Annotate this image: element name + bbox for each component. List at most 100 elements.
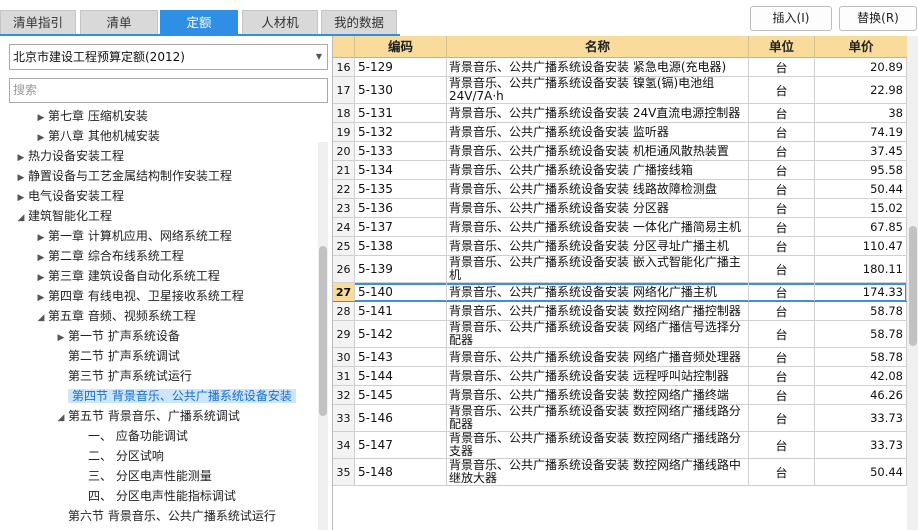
header-unit[interactable]: 单位 xyxy=(749,36,815,58)
row-number: 35 xyxy=(333,459,355,485)
tree-node[interactable]: ▶ 热力设备安装工程 xyxy=(14,146,124,166)
expand-arrow-icon[interactable]: ▶ xyxy=(14,188,28,208)
tree-node-label: 第五节 背景音乐、广播系统调试 xyxy=(68,409,240,423)
table-scrollbar-thumb[interactable] xyxy=(909,226,917,346)
table-row[interactable]: 28 5-141 背景音乐、公共广播系统设备安装 数控网络广播控制器台 58.78 xyxy=(333,302,907,321)
collapse-arrow-icon[interactable]: ◢ xyxy=(34,308,48,328)
table-row[interactable]: 18 5-131 背景音乐、公共广播系统设备安装 24V直流电源控制器台 38 xyxy=(333,104,907,123)
cell-unit: 台 xyxy=(749,367,815,385)
table-row[interactable]: 26 5-139 背景音乐、公共广播系统设备安装 嵌入式智能化广播主机台 180.11 xyxy=(333,256,907,283)
quota-library-value: 北京市建设工程预算定额(2012) xyxy=(13,50,185,64)
tree-scrollbar[interactable] xyxy=(318,142,328,530)
tab-3[interactable]: 人材机 xyxy=(242,10,318,35)
table-scrollbar[interactable] xyxy=(907,36,918,530)
insert-button[interactable]: 插入(I) xyxy=(750,6,832,31)
table-row[interactable]: 25 5-138 背景音乐、公共广播系统设备安装 分区寻址广播主机台 110.47 xyxy=(333,237,907,256)
table-row[interactable]: 23 5-136 背景音乐、公共广播系统设备安装 分区器台 15.02 xyxy=(333,199,907,218)
cell-code: 5-142 xyxy=(355,321,447,347)
quota-library-dropdown[interactable]: 北京市建设工程预算定额(2012) ▼ xyxy=(9,44,328,70)
row-number: 20 xyxy=(333,142,355,160)
table-row[interactable]: 21 5-134 背景音乐、公共广播系统设备安装 广播接线箱台 95.58 xyxy=(333,161,907,180)
cell-code: 5-135 xyxy=(355,180,447,198)
tab-1[interactable]: 清单 xyxy=(80,10,158,35)
table-row[interactable]: 24 5-137 背景音乐、公共广播系统设备安装 一体化广播简易主机台 67.85 xyxy=(333,218,907,237)
table-row[interactable]: 31 5-144 背景音乐、公共广播系统设备安装 远程呼叫站控制器台 42.08 xyxy=(333,367,907,386)
tree-node-label: 第一章 计算机应用、网络系统工程 xyxy=(48,229,232,243)
tree-node[interactable]: ▶ 第八章 其他机械安装 xyxy=(34,126,160,146)
expand-arrow-icon[interactable]: ▶ xyxy=(14,168,28,188)
cell-price: 33.73 xyxy=(815,432,907,458)
cell-unit: 台 xyxy=(749,180,815,198)
header-code[interactable]: 编码 xyxy=(355,36,447,58)
search-input[interactable]: 搜索 xyxy=(9,78,328,103)
table-row[interactable]: 35 5-148 背景音乐、公共广播系统设备安装 数控网络广播线路中继放大器台 50.… xyxy=(333,459,907,486)
table-row[interactable]: 20 5-133 背景音乐、公共广播系统设备安装 机柜通风散热装置台 37.45 xyxy=(333,142,907,161)
cell-price: 33.73 xyxy=(815,405,907,431)
row-number: 29 xyxy=(333,321,355,347)
cell-price: 95.58 xyxy=(815,161,907,179)
tree-node[interactable]: 第二节 扩声系统调试 xyxy=(54,346,180,366)
expand-arrow-icon[interactable]: ▶ xyxy=(54,328,68,348)
tree-node[interactable]: ▶ 静置设备与工艺金属结构制作安装工程 xyxy=(14,166,232,186)
collapse-arrow-icon[interactable]: ◢ xyxy=(14,208,28,228)
tree-node[interactable]: 二、 分区试响 xyxy=(74,446,164,466)
cell-code: 5-129 xyxy=(355,58,447,76)
expand-arrow-icon[interactable]: ▶ xyxy=(34,268,48,288)
tree-node[interactable]: 三、 分区电声性能测量 xyxy=(74,466,212,486)
table-row[interactable]: 30 5-143 背景音乐、公共广播系统设备安装 网络广播音频处理器台 58.78 xyxy=(333,348,907,367)
tree-scrollbar-thumb[interactable] xyxy=(319,246,327,416)
expand-arrow-icon[interactable]: ▶ xyxy=(14,148,28,168)
tab-0[interactable]: 清单指引 xyxy=(0,10,76,35)
tree-node[interactable]: ▶ 电气设备安装工程 xyxy=(14,186,124,206)
tree-node[interactable]: ▶ 第二章 综合布线系统工程 xyxy=(34,246,184,266)
tree-node[interactable]: ▶ 第一章 计算机应用、网络系统工程 xyxy=(34,226,232,246)
tab-2[interactable]: 定额 xyxy=(160,10,238,35)
tree-node[interactable]: ▶ 第三章 建筑设备自动化系统工程 xyxy=(34,266,220,286)
tree-node-label: 四、 分区电声性能指标调试 xyxy=(88,489,236,503)
expand-arrow-icon[interactable]: ▶ xyxy=(34,288,48,308)
table-row[interactable]: 16 5-129 背景音乐、公共广播系统设备安装 紧急电源(充电器) 台 20.89 xyxy=(333,58,907,77)
tree-node[interactable]: ◢ 建筑智能化工程 xyxy=(14,206,112,226)
tree-node-label: 热力设备安装工程 xyxy=(28,149,125,163)
expand-arrow-icon[interactable]: ▶ xyxy=(34,108,48,128)
cell-unit: 台 xyxy=(749,58,815,76)
row-number: 24 xyxy=(333,218,355,236)
cell-price: 58.78 xyxy=(815,348,907,366)
tree-node-label: 第四节 背景音乐、公共广播系统设备安装 xyxy=(68,389,296,403)
row-number: 33 xyxy=(333,405,355,431)
tree-node[interactable]: ◢ 第五节 背景音乐、广播系统调试 xyxy=(54,406,240,426)
expand-arrow-icon[interactable]: ▶ xyxy=(34,128,48,148)
tree-node[interactable]: 四、 分区电声性能指标调试 xyxy=(74,486,236,506)
table-row[interactable]: 22 5-135 背景音乐、公共广播系统设备安装 线路故障检测盘台 50.44 xyxy=(333,180,907,199)
cell-price: 15.02 xyxy=(815,199,907,217)
cell-name: 背景音乐、公共广播系统设备安装 紧急电源(充电器) xyxy=(447,58,749,76)
replace-button[interactable]: 替换(R) xyxy=(839,6,917,31)
expand-arrow-icon[interactable]: ▶ xyxy=(34,248,48,268)
tree-node[interactable]: ▶ 第一节 扩声系统设备 xyxy=(54,326,180,346)
table-row[interactable]: 29 5-142 背景音乐、公共广播系统设备安装 网络广播信号选择分配器台 58.78 xyxy=(333,321,907,348)
tab-4[interactable]: 我的数据 xyxy=(321,10,397,35)
dropdown-arrow-icon[interactable]: ▼ xyxy=(316,45,322,69)
table-row[interactable]: 33 5-146 背景音乐、公共广播系统设备安装 数控网络广播线路分配器台 33.73 xyxy=(333,405,907,432)
tree-node[interactable]: ▶ 第四章 有线电视、卫星接收系统工程 xyxy=(34,286,244,306)
table-row[interactable]: 32 5-145 背景音乐、公共广播系统设备安装 数控网络广播终端台 46.26 xyxy=(333,386,907,405)
table-row[interactable]: 17 5-130 背景音乐、公共广播系统设备安装 镍氢(镉)电池组24V/7A·h 台… xyxy=(333,77,907,104)
table-row[interactable]: 34 5-147 背景音乐、公共广播系统设备安装 数控网络广播线路分支器台 33.73 xyxy=(333,432,907,459)
header-name[interactable]: 名称 xyxy=(447,36,749,58)
header-price[interactable]: 单价 xyxy=(815,36,907,58)
table-row[interactable]: 19 5-132 背景音乐、公共广播系统设备安装 监听器台 74.19 xyxy=(333,123,907,142)
tree-node-label: 第三节 扩声系统试运行 xyxy=(68,369,192,383)
tree-node[interactable]: ◢ 第五章 音频、视频系统工程 xyxy=(34,306,196,326)
row-number: 32 xyxy=(333,386,355,404)
tree-node[interactable]: ▶ 第七章 压缩机安装 xyxy=(34,106,148,126)
cell-code: 5-140 xyxy=(355,283,447,301)
collapse-arrow-icon[interactable]: ◢ xyxy=(54,408,68,428)
table-row[interactable]: 27 5-140 背景音乐、公共广播系统设备安装 网络化广播主机台 174.33 xyxy=(333,283,907,302)
tree-node[interactable]: 一、 应备功能调试 xyxy=(74,426,188,446)
tree-node[interactable]: 第四节 背景音乐、公共广播系统设备安装 xyxy=(54,386,296,406)
cell-code: 5-133 xyxy=(355,142,447,160)
tree-node[interactable]: 第三节 扩声系统试运行 xyxy=(54,366,192,386)
expand-arrow-icon[interactable]: ▶ xyxy=(34,228,48,248)
tree-node[interactable]: 第六节 背景音乐、公共广播系统试运行 xyxy=(54,506,276,526)
cell-name: 背景音乐、公共广播系统设备安装 分区器 xyxy=(447,199,749,217)
